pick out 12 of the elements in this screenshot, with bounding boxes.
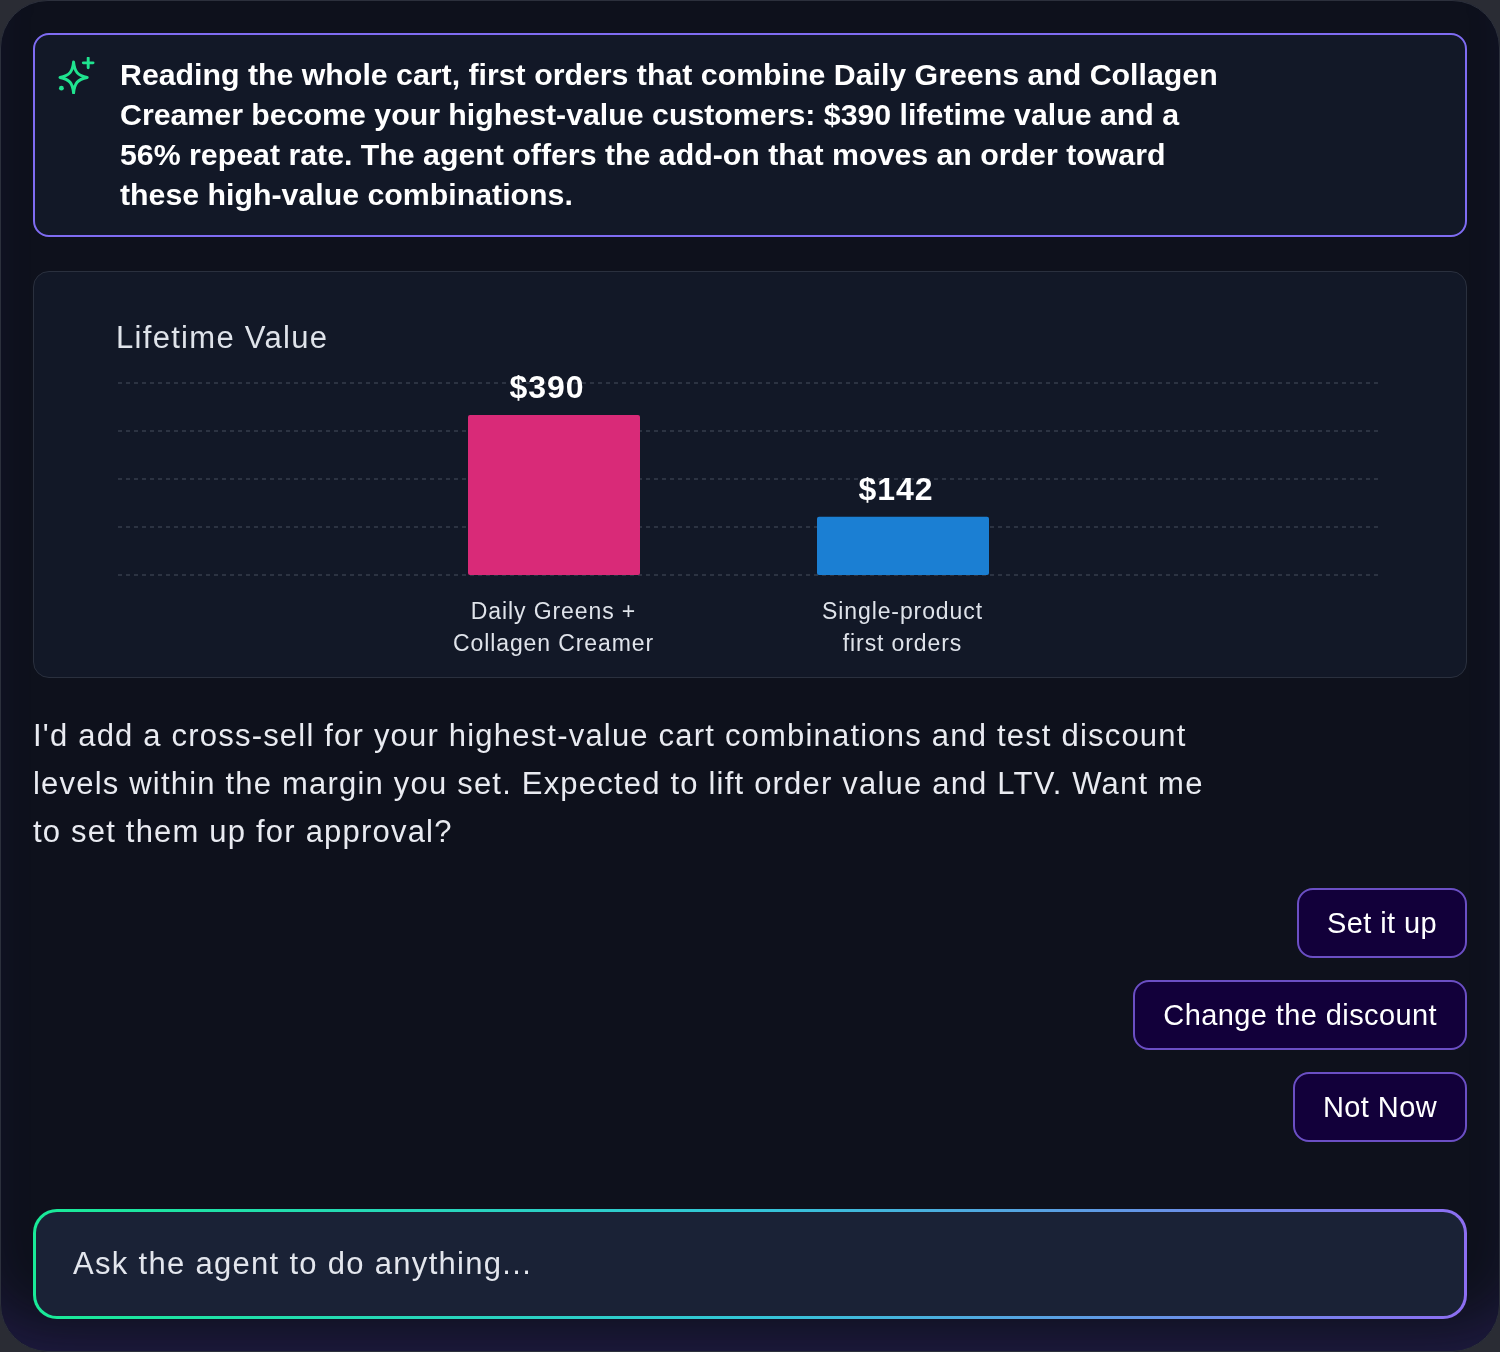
suggestion-button[interactable]: Change the discount [1133,980,1467,1050]
category-label: Daily Greens + Collagen Creamer [451,597,655,658]
sparkle-icon [57,57,96,94]
message-input[interactable]: Ask the agent to do anything... [33,1209,1467,1319]
category-label: Single-product first orders [821,597,984,658]
bar-value-label: $390 [509,369,585,405]
suggestion-button[interactable]: Not Now [1293,1072,1467,1142]
suggestion-button[interactable]: Set it up [1297,888,1467,958]
message-text: I'd add a cross-sell for your highest-value cart combinations and test discount levels within the margin you set. Expected to lift order value and LTV. Want me to set them up for approval? [33,717,1205,851]
bar-value-label: $142 [858,470,934,507]
insight-text: Reading the whole cart, first orders that combine Daily Greens and Collagen Creamer become your highest-value customers: $390 lifetime value and a 56% repeat rate. The agent offers the add-on that moves an order toward these high-value combinations. [120,57,1219,213]
chart-title: Lifetime Value [116,320,329,356]
